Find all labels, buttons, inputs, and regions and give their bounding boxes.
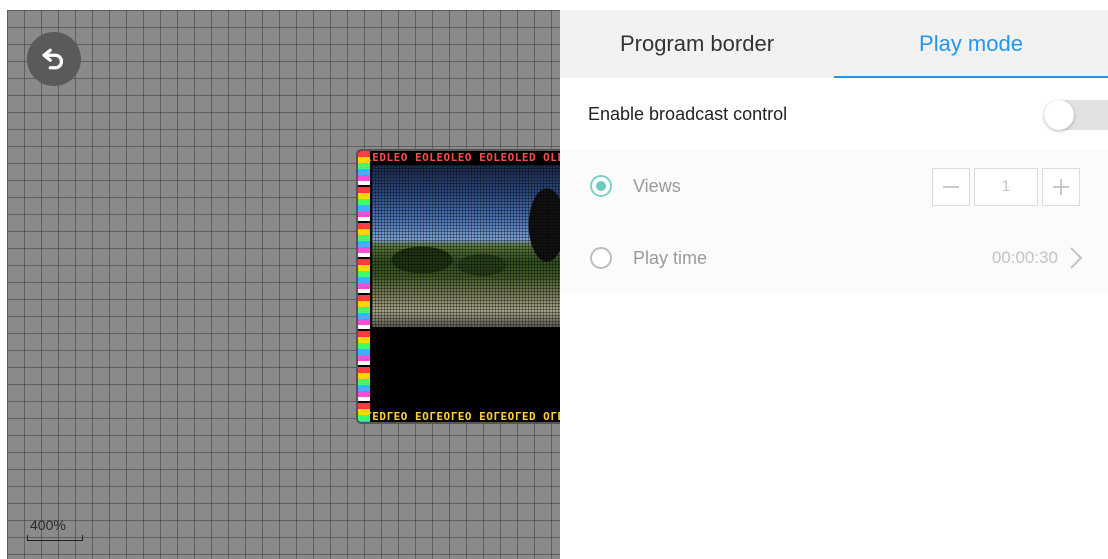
broadcast-control-label: Enable broadcast control	[588, 103, 788, 124]
views-row: Views 1	[560, 150, 1108, 222]
led-border-text-top: OLEDLEO EOLEOLEO EOLEOLED OLEDLEO	[358, 151, 560, 164]
led-border-text-bottom: OLEDLEO EOLEOLEO EOLEOLED OLEDLEO	[358, 409, 560, 422]
led-border-bottom: OLEDLEO EOLEOLEO EOLEOLED OLEDLEO	[358, 408, 560, 422]
views-radio[interactable]	[590, 175, 612, 197]
decrement-button[interactable]	[932, 168, 970, 206]
play-time-row[interactable]: Play time 00:00:30	[560, 222, 1108, 294]
minus-icon	[943, 186, 959, 188]
zoom-scale-bar	[27, 535, 83, 541]
tab-play-mode[interactable]: Play mode	[834, 10, 1108, 78]
led-program-preview[interactable]: OLEDLEO EOLEOLEO EOLEOLED OLEDLEO OLEDLE…	[358, 151, 560, 422]
settings-panel: Program border Play mode Enable broadcas…	[560, 0, 1108, 559]
play-mode-options: Views 1 Play time 00:00:30	[560, 150, 1108, 293]
undo-icon	[42, 48, 64, 70]
play-time-label: Play time	[633, 247, 708, 268]
led-border-left	[358, 151, 370, 422]
views-count[interactable]: 1	[974, 168, 1038, 206]
zoom-level: 400%	[30, 517, 66, 533]
toggle-knob	[1044, 100, 1074, 130]
tab-bar: Program border Play mode	[560, 10, 1108, 78]
broadcast-control-toggle[interactable]	[1044, 100, 1108, 130]
tab-program-border[interactable]: Program border	[560, 10, 834, 78]
editor-canvas[interactable]: OLEDLEO EOLEOLEO EOLEOLED OLEDLEO OLEDLE…	[7, 10, 560, 559]
plus-icon	[1053, 179, 1069, 195]
led-border-top: OLEDLEO EOLEOLEO EOLEOLED OLEDLEO	[358, 151, 560, 165]
increment-button[interactable]	[1042, 168, 1080, 206]
views-label: Views	[633, 175, 681, 196]
play-time-radio[interactable]	[590, 247, 612, 269]
chevron-right-icon[interactable]	[1066, 246, 1086, 270]
broadcast-control-row: Enable broadcast control	[560, 78, 1108, 151]
play-time-value: 00:00:30	[991, 248, 1058, 267]
program-picture	[372, 165, 560, 327]
views-stepper: 1	[932, 168, 1080, 206]
undo-button[interactable]	[27, 32, 81, 86]
